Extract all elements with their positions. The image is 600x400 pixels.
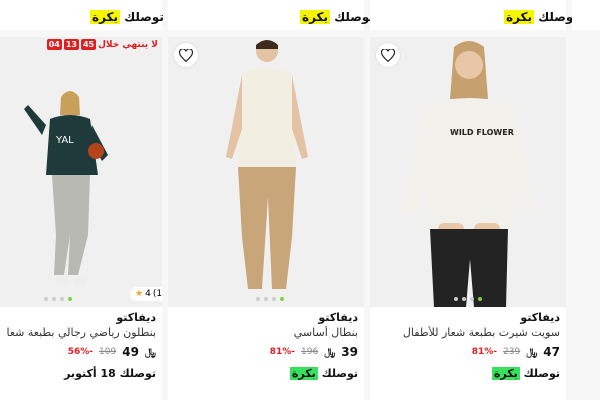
carousel-dot-active[interactable] (478, 297, 482, 301)
model-photo: YAL (20, 85, 120, 295)
product-image[interactable] (168, 37, 364, 307)
product-card-pants[interactable]: ديفاكتو بنطال أساسي 39 ﷼ 196 -81% توصلك … (168, 37, 364, 400)
next-card-left[interactable] (0, 389, 162, 400)
product-brand: ديفاكتو (520, 311, 560, 324)
product-title[interactable]: سويت شيرت بطبعة شعار للأطفال (376, 326, 560, 339)
next-card-middle[interactable] (168, 389, 364, 400)
current-price: 47 (543, 345, 560, 359)
image-carousel-dots[interactable] (454, 297, 482, 301)
carousel-dot[interactable] (44, 297, 48, 301)
product-title[interactable]: بنطلون رياضي رجالي بطبعة شعار دي فاكتو (6, 326, 156, 339)
top-delivery-middle: توصلك بكرة (300, 10, 374, 24)
wishlist-button[interactable] (174, 43, 198, 67)
svg-text:WILD FLOWER: WILD FLOWER (450, 128, 514, 137)
discount-percent: -56% (67, 347, 94, 357)
top-card-edge[interactable] (572, 0, 600, 30)
carousel-dot[interactable] (264, 297, 268, 301)
product-info: ديفاكتو بنطال أساسي 39 ﷼ 196 -81% توصلك … (174, 311, 358, 380)
price-row: 39 ﷼ 196 -81% (174, 345, 358, 359)
rating-badge: ★ 4 (1) (130, 287, 162, 301)
old-price: 196 (301, 347, 319, 357)
product-title[interactable]: بنطال أساسي (174, 326, 358, 339)
carousel-dot-active[interactable] (280, 297, 284, 301)
old-price: 239 (503, 347, 521, 357)
currency-icon: ﷼ (526, 346, 538, 358)
rating-count: (1) (152, 289, 162, 299)
star-icon: ★ (135, 289, 144, 299)
carousel-dot[interactable] (52, 297, 56, 301)
image-carousel-dots[interactable] (44, 297, 72, 301)
old-price: 109 (99, 347, 117, 357)
product-info: ديفاكتو سويت شيرت بطبعة شعار للأطفال 47 … (376, 311, 560, 380)
carousel-dot[interactable] (60, 297, 64, 301)
discount-percent: -81% (471, 347, 498, 357)
product-card-sweatshirt[interactable]: WILD FLOWER ديفاكتو سويت شيرت بطبعة شعار… (370, 37, 566, 400)
carousel-dot[interactable] (462, 297, 466, 301)
product-image[interactable]: WILD FLOWER (370, 37, 566, 307)
discount-percent: -81% (269, 347, 296, 357)
carousel-dot[interactable] (470, 297, 474, 301)
currency-icon: ﷼ (144, 346, 156, 358)
top-card-middle[interactable]: توصلك بكرة (168, 0, 374, 30)
countdown-timer: لا ينتهي خلال 45 13 04 (46, 39, 158, 50)
currency-icon: ﷼ (324, 346, 336, 358)
timer-hours: 45 (80, 39, 97, 50)
previous-products-row: توصلك بكرة توصلك بكرة توصلك بكرة (0, 0, 600, 30)
carousel-dot[interactable] (454, 297, 458, 301)
delivery-estimate: توصلك 18 أكتوبر (64, 367, 156, 380)
product-grid-page: توصلك بكرة توصلك بكرة توصلك بكرة لا ينته… (0, 0, 600, 400)
model-photo: WILD FLOWER (394, 39, 544, 307)
next-products-row (0, 389, 600, 400)
delivery-estimate: توصلك بكرة (491, 367, 560, 380)
product-brand: ديفاكتو (116, 311, 156, 324)
current-price: 39 (341, 345, 358, 359)
timer-minutes: 13 (63, 39, 79, 50)
heart-icon (381, 48, 395, 62)
model-photo (222, 37, 312, 307)
current-price: 49 (122, 345, 139, 359)
carousel-dot-active[interactable] (68, 297, 72, 301)
delivery-estimate: توصلك بكرة (289, 367, 358, 380)
top-card-left[interactable]: توصلك بكرة (0, 0, 164, 30)
heart-icon (179, 48, 193, 62)
product-brand: ديفاكتو (318, 311, 358, 324)
carousel-dot[interactable] (256, 297, 260, 301)
top-delivery-right: توصلك بكرة (504, 10, 578, 24)
timer-seconds: 04 (46, 39, 62, 50)
next-card-right[interactable] (370, 389, 566, 400)
top-delivery-left: توصلك بكرة (90, 10, 164, 24)
image-carousel-dots[interactable] (256, 297, 284, 301)
svg-text:YAL: YAL (55, 135, 74, 146)
product-image[interactable]: لا ينتهي خلال 45 13 04 YAL ★ 4 (1 (0, 37, 162, 307)
price-row: 47 ﷼ 239 -81% (376, 345, 560, 359)
price-row: ﷼ 49 109 -56% (6, 345, 156, 359)
product-card-sweatpants[interactable]: لا ينتهي خلال 45 13 04 YAL ★ 4 (1 ديفاكت… (0, 37, 162, 400)
top-card-right[interactable]: توصلك بكرة (370, 0, 578, 30)
timer-label: لا ينتهي خلال (98, 39, 158, 50)
product-info: ديفاكتو بنطلون رياضي رجالي بطبعة شعار دي… (6, 311, 156, 380)
rating-value: 4 (145, 289, 151, 299)
carousel-dot[interactable] (272, 297, 276, 301)
